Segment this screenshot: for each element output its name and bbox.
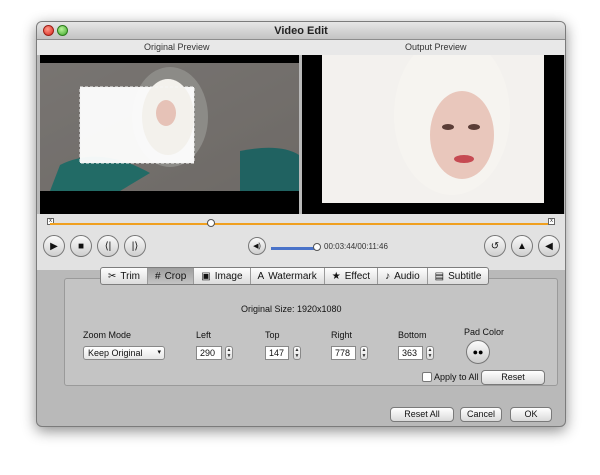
left-label: Left xyxy=(196,330,212,340)
tab-trim[interactable]: ✂ Trim xyxy=(101,268,149,284)
scissors-icon: ✂ xyxy=(108,270,117,282)
title-bar: Video Edit xyxy=(37,22,565,40)
original-preview-label: Original Preview xyxy=(144,42,210,52)
pad-color-label: Pad Color xyxy=(464,327,505,337)
chevron-down-icon: ▾ xyxy=(157,349,161,356)
right-field[interactable]: 778 xyxy=(331,346,356,360)
music-note-icon: ♪ xyxy=(385,270,391,282)
subtitle-icon: ▤ xyxy=(434,270,445,282)
tab-label: Watermark xyxy=(268,270,317,282)
speaker-icon: ◀) xyxy=(253,243,261,250)
star-icon: ★ xyxy=(331,270,341,282)
watermark-icon: A xyxy=(257,270,265,282)
output-preview-label: Output Preview xyxy=(405,42,467,52)
original-size-label: Original Size: 1920x1080 xyxy=(241,304,342,314)
stop-button[interactable]: ■ xyxy=(70,235,92,257)
next-frame-icon: |⟩ xyxy=(131,240,139,252)
tab-label: Image xyxy=(214,270,243,282)
window-title: Video Edit xyxy=(274,25,328,37)
original-preview-image xyxy=(40,63,299,191)
flip-horizontal-button[interactable]: ◀ xyxy=(538,235,560,257)
flip-horizontal-icon: ◀ xyxy=(545,240,553,252)
bottom-label: Bottom xyxy=(398,330,427,340)
original-preview xyxy=(40,55,299,214)
output-preview xyxy=(302,35,564,214)
tab-label: Subtitle xyxy=(448,270,482,282)
tab-label: Audio xyxy=(394,270,420,282)
ok-button[interactable]: OK xyxy=(510,407,552,422)
play-button[interactable]: ▶ xyxy=(43,235,65,257)
output-preview-image xyxy=(322,35,544,203)
left-field[interactable]: 290 xyxy=(196,346,222,360)
zoom-mode-value: Keep Original xyxy=(88,348,143,358)
tab-label: Effect xyxy=(344,270,371,282)
reset-all-button[interactable]: Reset All xyxy=(390,407,454,422)
apply-to-all-checkbox[interactable] xyxy=(422,372,432,382)
top-field[interactable]: 147 xyxy=(265,346,289,360)
edit-tabs: ✂ Trim # Crop ▣ Image A Watermark ★ Effect ♪ Audio ▤… xyxy=(100,267,490,285)
bottom-stepper[interactable]: ▲ ▼ xyxy=(426,346,434,360)
tab-label: Trim xyxy=(120,270,141,282)
tab-effect[interactable]: ★ Effect xyxy=(325,268,379,284)
previous-frame-icon: ⟨| xyxy=(104,240,112,252)
previous-frame-button[interactable]: ⟨| xyxy=(97,235,119,257)
playback-controls: ▶ ■ ⟨| |⟩ ◀) 00:03:44/00:11:46 ↺ ▲ ◀ xyxy=(37,230,565,270)
tab-image[interactable]: ▣ Image xyxy=(194,268,251,284)
timeline-track[interactable] xyxy=(50,223,552,225)
top-stepper[interactable]: ▲ ▼ xyxy=(293,346,301,360)
next-frame-button[interactable]: |⟩ xyxy=(124,235,146,257)
tab-watermark[interactable]: A Watermark xyxy=(251,268,325,284)
timeline-playhead[interactable] xyxy=(206,219,215,227)
right-stepper[interactable]: ▲ ▼ xyxy=(360,346,368,360)
rotate-icon: ↺ xyxy=(490,240,500,252)
top-label: Top xyxy=(265,330,280,340)
flip-vertical-icon: ▲ xyxy=(517,240,527,252)
trim-end-marker[interactable]: x xyxy=(548,218,555,225)
apply-to-all-label: Apply to All xyxy=(434,372,479,382)
tab-label: Crop xyxy=(164,270,187,282)
reset-button[interactable]: Reset xyxy=(481,370,545,385)
volume-button[interactable]: ◀) xyxy=(248,237,266,255)
color-picker-icon: ●● xyxy=(472,347,484,357)
video-edit-window: Video Edit Original Preview Output Previ… xyxy=(36,21,566,427)
right-label: Right xyxy=(331,330,353,340)
crop-icon: # xyxy=(155,270,161,282)
rotate-button[interactable]: ↺ xyxy=(484,235,506,257)
zoom-mode-select[interactable]: Keep Original ▾ xyxy=(83,346,165,360)
image-icon: ▣ xyxy=(201,270,211,282)
flip-vertical-button[interactable]: ▲ xyxy=(511,235,533,257)
cancel-button[interactable]: Cancel xyxy=(460,407,502,422)
crop-panel: Original Size: 1920x1080 Zoom Mode Keep … xyxy=(64,278,558,386)
volume-thumb[interactable] xyxy=(313,243,321,251)
tab-audio[interactable]: ♪ Audio xyxy=(378,268,428,284)
preview-header: Original Preview Output Preview xyxy=(37,40,565,55)
tab-crop[interactable]: # Crop xyxy=(148,268,195,284)
play-icon: ▶ xyxy=(50,240,58,252)
volume-slider[interactable] xyxy=(271,247,317,250)
time-display: 00:03:44/00:11:46 xyxy=(324,242,388,251)
bottom-field[interactable]: 363 xyxy=(398,346,423,360)
stop-icon: ■ xyxy=(77,240,85,252)
pad-color-button[interactable]: ●● xyxy=(466,340,490,364)
zoom-mode-label: Zoom Mode xyxy=(83,330,132,340)
tab-subtitle[interactable]: ▤ Subtitle xyxy=(428,268,489,284)
left-stepper[interactable]: ▲ ▼ xyxy=(225,346,233,360)
